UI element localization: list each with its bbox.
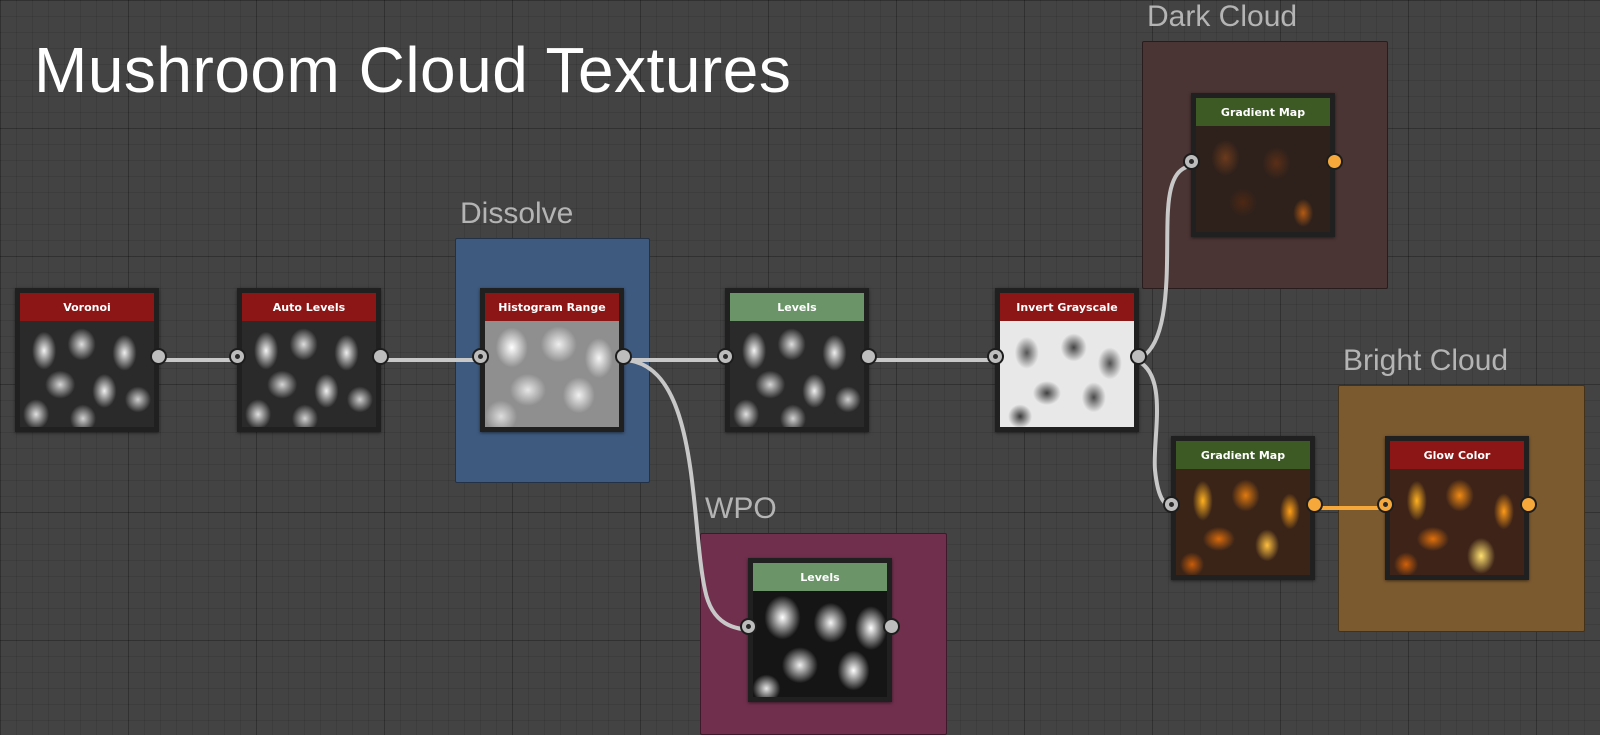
node-levels[interactable]: Levels [717,288,877,432]
output-port-icon[interactable] [1130,348,1147,365]
node-glow-color-header: Glow Color [1390,441,1524,469]
input-port-icon[interactable] [987,348,1004,365]
output-port-icon[interactable] [615,348,632,365]
node-levels-preview [730,321,864,427]
node-gradient-map-bright[interactable]: Gradient Map [1163,436,1323,580]
node-gradient-map-bright-preview [1176,469,1310,575]
node-voronoi-preview [20,321,154,427]
node-auto-levels-preview [242,321,376,427]
node-levels-header: Levels [730,293,864,321]
node-wpo-levels-header: Levels [753,563,887,591]
input-port-icon[interactable] [740,618,757,635]
wire-invert-to-dark-gradient-map[interactable] [1133,163,1200,362]
node-glow-color-preview [1390,469,1524,575]
node-gradient-map-dark[interactable]: Gradient Map [1183,93,1343,237]
node-wpo-levels-preview [753,591,887,697]
input-port-icon[interactable] [229,348,246,365]
node-glow-color[interactable]: Glow Color [1377,436,1537,580]
input-port-icon[interactable] [717,348,734,365]
output-port-icon[interactable] [1326,153,1343,170]
output-port-icon[interactable] [1306,496,1323,513]
node-gradient-map-dark-preview [1196,126,1330,232]
node-auto-levels-header: Auto Levels [242,293,376,321]
node-auto-levels[interactable]: Auto Levels [229,288,389,432]
input-port-icon[interactable] [1183,153,1200,170]
output-port-icon[interactable] [883,618,900,635]
input-port-icon[interactable] [1163,496,1180,513]
input-port-icon[interactable] [1377,496,1394,513]
node-invert-grayscale-preview [1000,321,1134,427]
node-gradient-map-dark-header: Gradient Map [1196,98,1330,126]
node-histogram-range-preview [485,321,619,427]
output-port-icon[interactable] [1520,496,1537,513]
node-gradient-map-bright-header: Gradient Map [1176,441,1310,469]
node-histogram-range[interactable]: Histogram Range [472,288,632,432]
input-port-icon[interactable] [472,348,489,365]
node-voronoi[interactable]: Voronoi [15,288,167,432]
node-invert-grayscale-header: Invert Grayscale [1000,293,1134,321]
output-port-icon[interactable] [860,348,877,365]
output-port-icon[interactable] [150,348,167,365]
node-voronoi-header: Voronoi [20,293,154,321]
node-wpo-levels[interactable]: Levels [740,558,900,702]
node-invert-grayscale[interactable]: Invert Grayscale [987,288,1147,432]
node-histogram-range-header: Histogram Range [485,293,619,321]
output-port-icon[interactable] [372,348,389,365]
